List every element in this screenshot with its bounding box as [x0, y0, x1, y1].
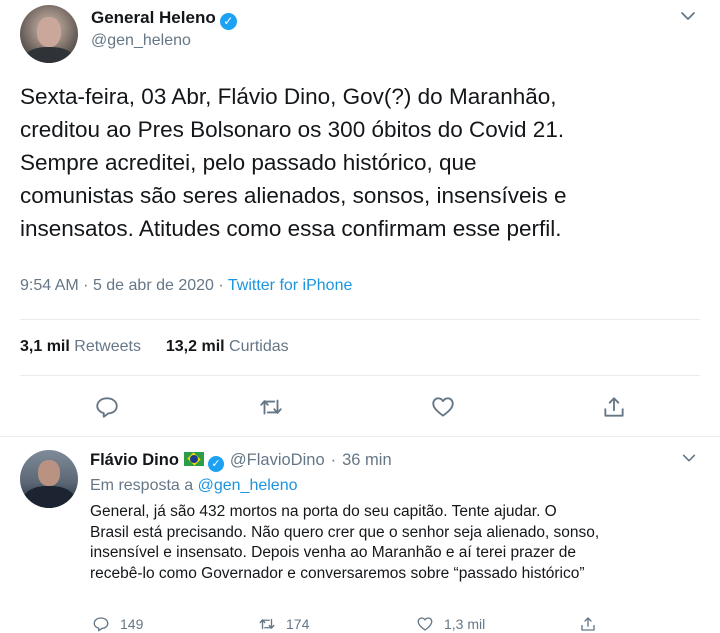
meta-separator: ·	[218, 277, 228, 294]
brazil-flag-icon	[183, 452, 204, 466]
avatar-face	[37, 17, 61, 47]
in-reply-mention-link[interactable]: @gen_heleno	[198, 477, 298, 494]
reply-author-row: Flávio Dino ✓ @FlavioDino · 36 min	[90, 451, 392, 472]
avatar[interactable]	[20, 450, 78, 508]
reply-count: 149	[120, 616, 144, 632]
retweet-button[interactable]: 174	[258, 615, 309, 633]
reply-text-line: General, já são 432 mortos na porta do s…	[90, 503, 557, 520]
tweet-stats: 3,1 mil Retweets 13,2 mil Curtidas	[20, 338, 289, 356]
retweets-label: Retweets	[74, 338, 141, 355]
reply-tweet[interactable]: Flávio Dino ✓ @FlavioDino · 36 min Em respos…	[0, 437, 720, 633]
avatar-shoulders	[24, 47, 74, 63]
reply-text-line: recebê-lo como Governador e conversaremo…	[90, 564, 585, 582]
tweet-meta: 9:54 AM · 5 de abr de 2020 · Twitter for…	[20, 277, 352, 295]
reply-author-handle[interactable]: @FlavioDino	[230, 451, 325, 469]
reply-icon	[93, 617, 109, 632]
tweet-text-line: creditou ao Pres Bolsonaro os 300 óbitos…	[20, 117, 565, 142]
like-button[interactable]: 1,3 mil	[416, 615, 485, 633]
tweet-text-line: Sempre acreditei, pelo passado histórico…	[20, 150, 477, 175]
reply-text-line: insensível e insensato. Depois venha ao …	[90, 544, 576, 561]
reply-author-name[interactable]: Flávio Dino	[90, 451, 179, 469]
share-icon	[581, 617, 595, 631]
reply-text-line: Brasil está precisando. Não quero crer q…	[90, 523, 600, 541]
author-name-row[interactable]: General Heleno ✓	[91, 8, 237, 30]
verified-icon: ✓	[207, 456, 224, 472]
retweet-count: 174	[286, 616, 310, 632]
avatar-shoulders	[23, 486, 75, 508]
tweet-text-line: Sexta-feira, 03 Abr, Flávio Dino, Gov(?)…	[20, 84, 557, 109]
main-tweet: General Heleno ✓ @gen_heleno Sexta-feira,…	[0, 0, 720, 437]
retweets-stat[interactable]: 3,1 mil Retweets	[20, 338, 141, 355]
divider	[20, 319, 700, 320]
meta-separator: ·	[83, 277, 93, 294]
retweets-count: 3,1 mil	[20, 338, 70, 355]
tweet-text: Sexta-feira, 03 Abr, Flávio Dino, Gov(?)…	[20, 80, 710, 245]
divider	[20, 375, 700, 376]
reply-time[interactable]: 36 min	[342, 451, 392, 469]
chevron-down-icon[interactable]	[678, 6, 698, 26]
reply-text: General, já são 432 mortos na porta do s…	[90, 502, 710, 584]
likes-stat[interactable]: 13,2 mil Curtidas	[166, 338, 289, 355]
like-count: 1,3 mil	[444, 616, 486, 632]
like-icon	[417, 617, 433, 631]
author-name[interactable]: General Heleno	[91, 8, 216, 27]
avatar-face	[38, 460, 60, 486]
tweet-source-link[interactable]: Twitter for iPhone	[228, 277, 353, 294]
retweet-icon	[259, 618, 275, 630]
retweet-icon[interactable]	[258, 394, 284, 420]
tweet-time[interactable]: 9:54 AM	[20, 277, 79, 294]
meta-separator: ·	[330, 451, 337, 469]
in-reply-to: Em resposta a @gen_heleno	[90, 477, 298, 495]
verified-icon: ✓	[219, 13, 237, 30]
reply-button[interactable]: 149	[92, 615, 143, 633]
in-reply-prefix: Em resposta a	[90, 477, 194, 494]
likes-label: Curtidas	[229, 338, 289, 355]
share-icon[interactable]	[601, 394, 627, 420]
author-handle[interactable]: @gen_heleno	[91, 32, 191, 50]
share-button[interactable]	[579, 615, 607, 633]
reply-icon[interactable]	[94, 394, 120, 420]
tweet-text-line: insensatos. Atitudes como essa confirmam…	[20, 216, 562, 241]
tweet-date[interactable]: 5 de abr de 2020	[93, 277, 214, 294]
chevron-down-icon[interactable]	[680, 449, 698, 467]
like-icon[interactable]	[430, 394, 456, 420]
avatar[interactable]	[20, 5, 78, 63]
tweet-text-line: comunistas são seres alienados, sonsos, …	[20, 183, 567, 208]
likes-count: 13,2 mil	[165, 338, 225, 355]
